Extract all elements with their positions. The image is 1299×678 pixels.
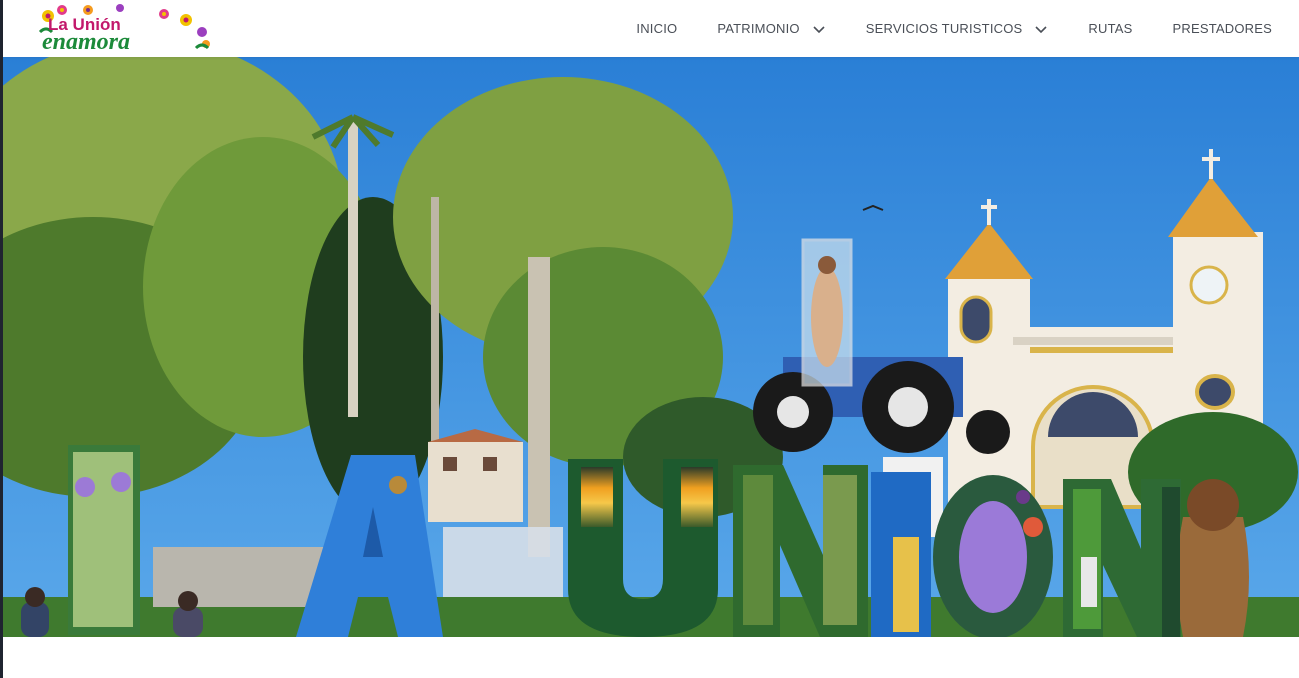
building — [428, 429, 523, 522]
nav-item-inicio[interactable]: INICIO — [636, 21, 677, 36]
nav-item-patrimonio[interactable]: PATRIMONIO — [717, 21, 825, 36]
fountain — [443, 527, 563, 607]
chevron-down-icon — [813, 25, 825, 33]
nav-item-label: SERVICIOS TURISTICOS — [865, 21, 1023, 36]
top-navbar: La Unión enamora INICIO PATRIMONIO SERVI… — [3, 0, 1299, 57]
site-logo[interactable]: La Unión enamora — [36, 2, 216, 55]
nav-item-label: INICIO — [636, 21, 678, 36]
hero-banner-image — [3, 57, 1299, 637]
hero-scene — [3, 57, 1299, 637]
page-content-below-hero — [3, 637, 1299, 678]
nav-item-label: PRESTADORES — [1172, 21, 1272, 36]
nav-item-label: PATRIMONIO — [717, 21, 800, 36]
nav-item-label: RUTAS — [1088, 21, 1133, 36]
nav-item-prestadores[interactable]: PRESTADORES — [1173, 21, 1272, 36]
nav-item-rutas[interactable]: RUTAS — [1088, 21, 1132, 36]
main-nav-menu: INICIO PATRIMONIO SERVICIOS TURISTICOS R… — [596, 0, 1272, 57]
nav-item-servicios-turisticos[interactable]: SERVICIOS TURISTICOS — [866, 21, 1049, 36]
logo-graphic: La Unión enamora — [38, 4, 210, 55]
chevron-down-icon — [1035, 25, 1047, 33]
logo-line2: enamora — [42, 29, 130, 54]
